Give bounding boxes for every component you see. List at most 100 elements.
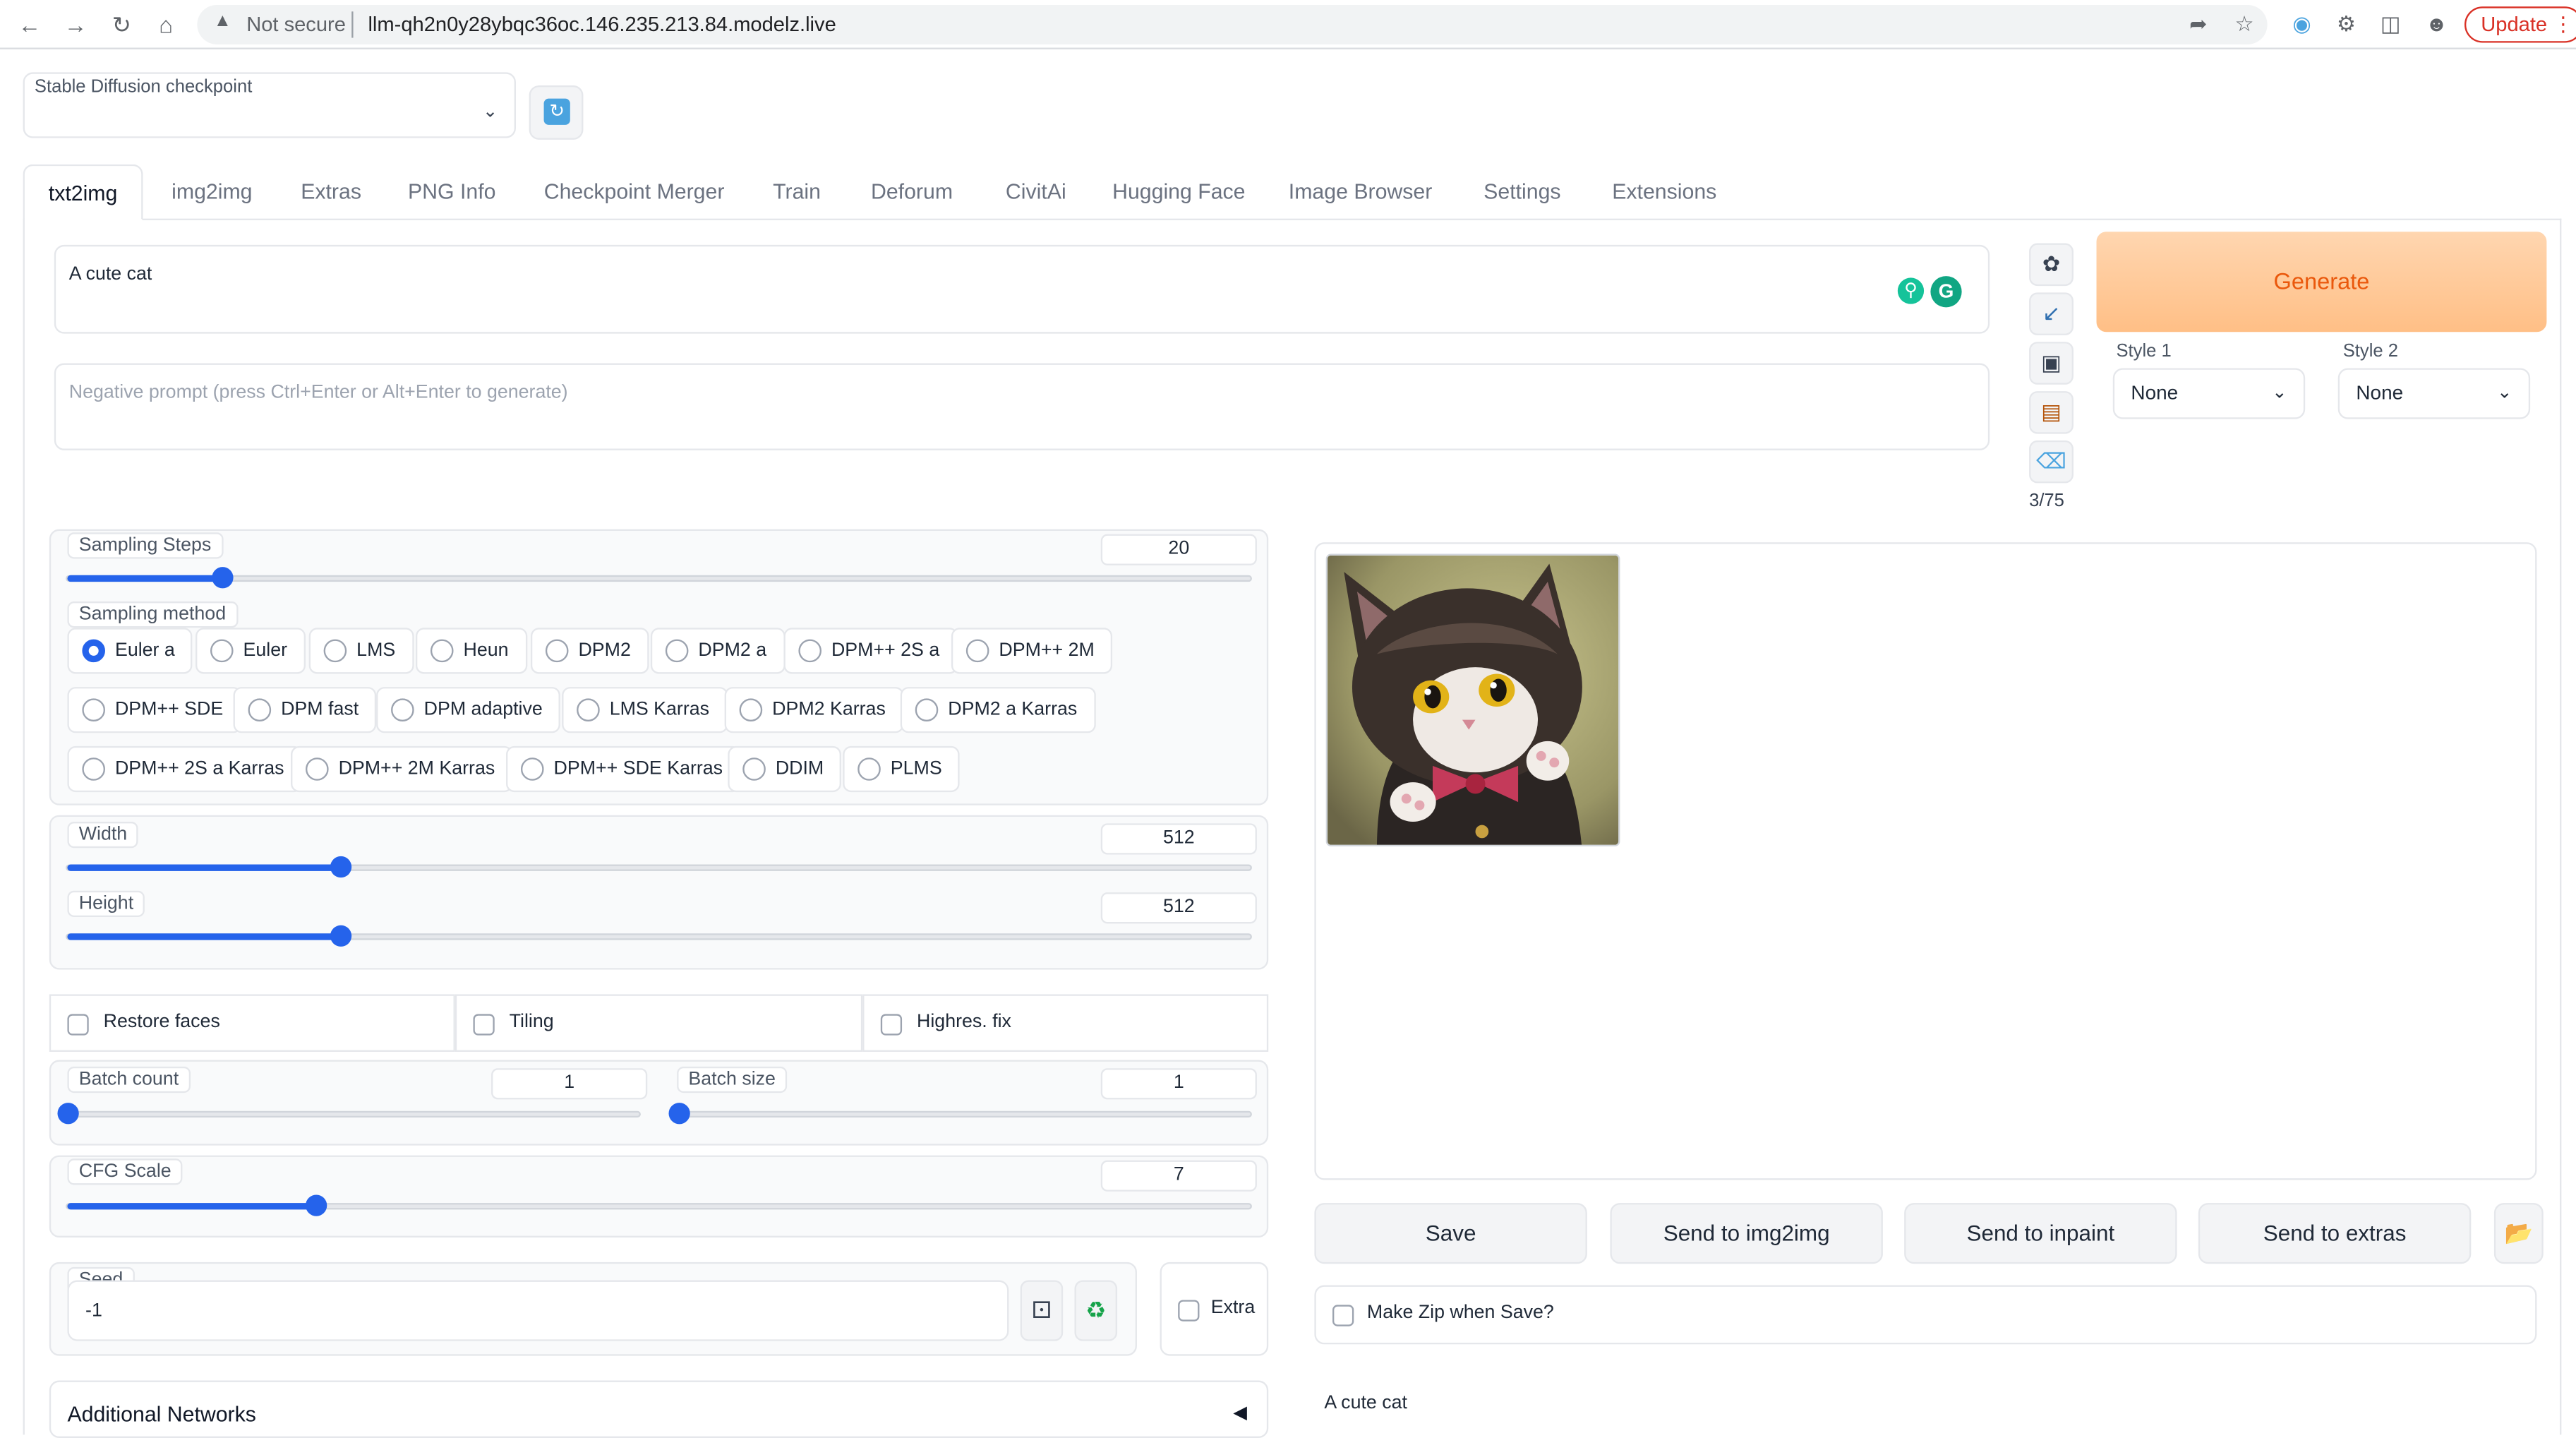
send-to-img2img-button[interactable]: Send to img2img (1610, 1203, 1883, 1264)
arrow-icon[interactable]: ↙ (2029, 292, 2074, 335)
grammarly-lightbulb-icon[interactable]: ⚲ (1897, 277, 1925, 304)
additional-networks-accordion[interactable]: Additional Networks ◀ (49, 1380, 1269, 1438)
batch-count-input[interactable]: 1 (491, 1068, 648, 1100)
folder-icon[interactable]: 📂 (2493, 1203, 2544, 1264)
tiling-label: Tiling (509, 1012, 554, 1032)
reload-icon[interactable]: ↻ (107, 10, 136, 40)
tab-img2img[interactable]: img2img (155, 164, 270, 219)
prompt-textarea[interactable]: A cute cat (54, 244, 1990, 334)
extension-circle-icon[interactable]: ◉ (2287, 10, 2317, 40)
tab-settings[interactable]: Settings (1469, 164, 1575, 219)
sampler-option[interactable]: DPM2 Karras (724, 687, 904, 733)
sampler-option[interactable]: LMS Karras (562, 687, 728, 733)
sampler-option[interactable]: DPM2 a Karras (900, 687, 1095, 733)
palette-icon[interactable]: ✿ (2029, 243, 2074, 287)
sampler-option[interactable]: DPM++ SDE (67, 687, 241, 733)
grammarly-icon[interactable]: G (1930, 276, 1962, 308)
width-slider[interactable] (66, 856, 1252, 878)
sampler-option[interactable]: LMS (308, 628, 414, 674)
cfg-scale-input[interactable]: 7 (1100, 1160, 1257, 1192)
tiling-checkbox[interactable]: Tiling (455, 994, 863, 1052)
sampler-option[interactable]: DPM fast (233, 687, 377, 733)
tab-deforum[interactable]: Deforum (857, 164, 966, 219)
tab-checkpoint-merger[interactable]: Checkpoint Merger (532, 164, 736, 219)
cfg-scale-slider[interactable] (66, 1194, 1252, 1216)
sampler-option[interactable]: DPM2 (530, 628, 649, 674)
sampler-option[interactable]: Euler a (67, 628, 193, 674)
batch-count-slider[interactable] (57, 1103, 641, 1125)
restore-faces-checkbox[interactable]: Restore faces (49, 994, 455, 1052)
update-button[interactable]: Update ⋮ (2464, 6, 2576, 43)
height-input[interactable]: 512 (1100, 892, 1257, 924)
tab-image-browser[interactable]: Image Browser (1280, 164, 1441, 219)
checkbox[interactable] (1178, 1300, 1200, 1322)
highres-fix-checkbox[interactable]: Highres. fix (862, 994, 1269, 1052)
width-input[interactable]: 512 (1100, 823, 1257, 855)
back-icon[interactable]: ← (15, 10, 44, 40)
trash-icon[interactable]: ⌫ (2029, 440, 2074, 484)
checkbox[interactable] (1332, 1305, 1354, 1326)
sidepanel-icon[interactable]: ◫ (2376, 10, 2405, 40)
sampler-option[interactable]: DPM++ 2S a (783, 628, 958, 674)
tab-txt2img[interactable]: txt2img (23, 164, 143, 220)
send-to-extras-button[interactable]: Send to extras (2198, 1203, 2472, 1264)
share-icon[interactable]: ➦ (2184, 10, 2213, 40)
checkbox[interactable] (880, 1014, 903, 1036)
extra-seed-checkbox[interactable]: Extra (1160, 1262, 1269, 1356)
checkbox[interactable] (67, 1014, 89, 1036)
refresh-checkpoint-button[interactable]: ↻ (529, 85, 584, 140)
slider-handle[interactable] (57, 1103, 79, 1125)
slider-handle[interactable] (668, 1103, 690, 1125)
sampling-steps-input[interactable]: 20 (1100, 534, 1257, 565)
sampler-option[interactable]: DPM adaptive (376, 687, 561, 733)
floppy-disk-icon[interactable]: ▣ (2029, 342, 2074, 385)
seed-input[interactable]: -1 (67, 1280, 1009, 1341)
save-button[interactable]: Save (1314, 1203, 1587, 1264)
sampler-option[interactable]: DPM2 a (650, 628, 785, 674)
forward-icon[interactable]: → (61, 10, 90, 40)
sampler-option[interactable]: DPM++ 2S a Karras (67, 745, 303, 793)
sampler-option[interactable]: Heun (415, 628, 527, 674)
profile-icon[interactable]: ☻ (2421, 10, 2451, 40)
tab-hugging-face[interactable]: Hugging Face (1106, 164, 1252, 219)
sampler-option[interactable]: DDIM (728, 745, 842, 793)
style1-select[interactable]: None ⌄ (2112, 368, 2306, 419)
sampler-label: DPM fast (281, 700, 359, 720)
slider-handle[interactable] (329, 856, 351, 878)
extensions-puzzle-icon[interactable]: ⚙ (2331, 10, 2361, 40)
style2-select[interactable]: None ⌄ (2337, 368, 2531, 419)
sampler-option[interactable]: Euler (195, 628, 306, 674)
make-zip-checkbox[interactable]: Make Zip when Save? (1314, 1285, 2537, 1345)
recycle-icon[interactable]: ♻ (1074, 1280, 1118, 1341)
radio-dot (391, 698, 414, 721)
sampler-option[interactable]: PLMS (843, 745, 961, 793)
tab-png-info[interactable]: PNG Info (396, 164, 507, 219)
negative-prompt-textarea[interactable]: Negative prompt (press Ctrl+Enter or Alt… (54, 363, 1990, 450)
sampler-option[interactable]: DPM++ 2M (951, 628, 1113, 674)
tab-extras[interactable]: Extras (286, 164, 376, 219)
generate-button[interactable]: Generate (2096, 232, 2547, 332)
send-to-inpaint-button[interactable]: Send to inpaint (1904, 1203, 2177, 1264)
batch-size-slider[interactable] (668, 1103, 1252, 1125)
address-bar[interactable]: ▲ Not secure llm-qh2n0y28ybqc36oc.146.23… (197, 4, 2268, 44)
checkbox[interactable] (473, 1014, 495, 1036)
dice-icon[interactable]: ⚀ (1020, 1280, 1064, 1341)
sampler-option[interactable]: DPM++ SDE Karras (506, 745, 741, 793)
tab-train[interactable]: Train (761, 164, 833, 219)
home-icon[interactable]: ⌂ (151, 10, 181, 40)
cat-image (1328, 555, 1619, 845)
bookmark-star-icon[interactable]: ☆ (2229, 10, 2259, 40)
clipboard-icon[interactable]: ▤ (2029, 391, 2074, 434)
radio-dot (915, 698, 939, 721)
batch-size-input[interactable]: 1 (1100, 1068, 1257, 1100)
tab-extensions[interactable]: Extensions (1602, 164, 1727, 219)
generated-image-thumbnail[interactable] (1325, 553, 1620, 846)
slider-handle[interactable] (329, 925, 351, 947)
tab-civitai[interactable]: CivitAi (991, 164, 1081, 219)
url-text[interactable]: llm-qh2n0y28ybqc36oc.146.235.213.84.mode… (368, 13, 836, 37)
sampling-steps-slider[interactable] (66, 567, 1252, 589)
slider-handle[interactable] (211, 567, 233, 589)
sampler-option[interactable]: DPM++ 2M Karras (291, 745, 513, 793)
height-slider[interactable] (66, 925, 1252, 947)
checkpoint-select[interactable]: Stable Diffusion checkpoint ⌄ (23, 72, 516, 138)
